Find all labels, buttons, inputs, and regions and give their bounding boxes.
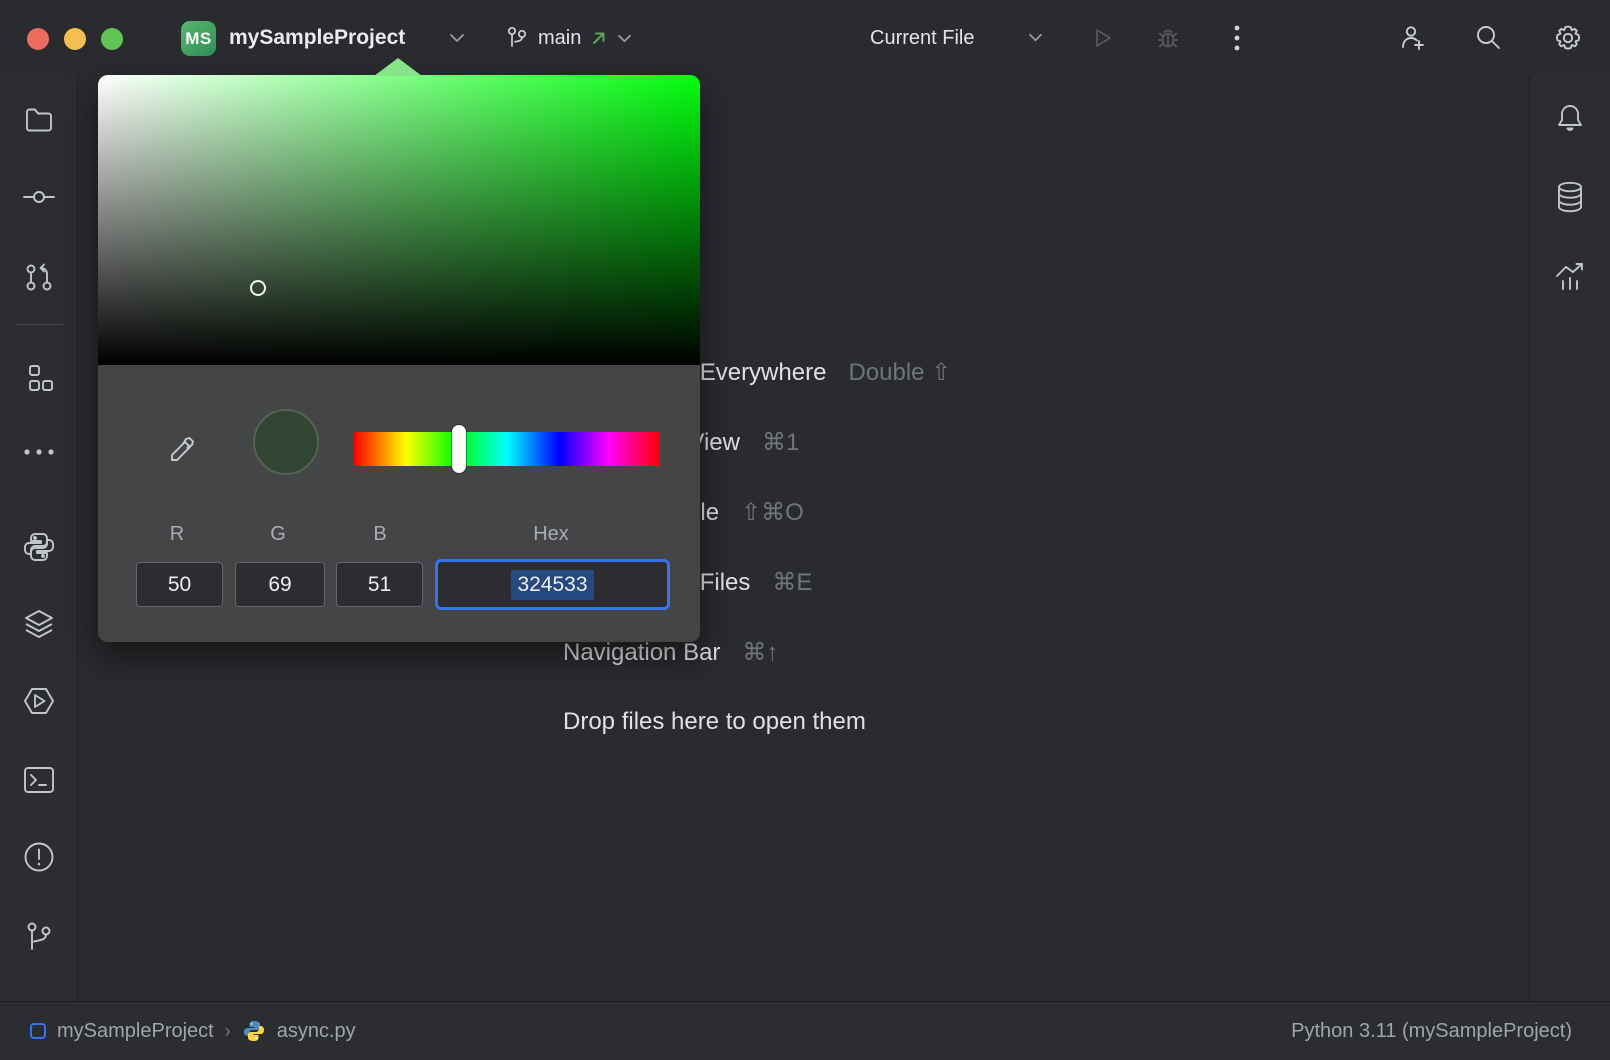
window-zoom-button[interactable] [101,28,123,50]
project-name[interactable]: mySampleProject [229,26,405,50]
breadcrumb-file[interactable]: async.py [277,1020,356,1043]
popup-callout-arrow [374,58,422,76]
commit-icon[interactable] [22,180,56,214]
version-control-icon[interactable] [22,919,56,953]
problems-icon[interactable] [22,840,56,874]
saturation-brightness-area[interactable] [98,75,700,365]
hint-shortcut: ⇧⌘O [741,498,804,527]
color-picker-popup: R G B Hex 50 69 51 324533 [98,75,700,642]
debug-button[interactable] [1152,22,1184,54]
vcs-widget[interactable]: main [505,0,632,76]
run-button[interactable] [1086,22,1118,54]
red-label: R [170,523,184,546]
profiler-chart-icon[interactable] [1553,259,1587,293]
color-preview-swatch [253,409,319,475]
terminal-icon[interactable] [22,763,56,797]
git-branch-icon [505,25,529,51]
run-config-chevron-down-icon[interactable] [1028,32,1043,43]
run-configuration-selector[interactable]: Current File [870,27,974,50]
search-icon[interactable] [1472,22,1504,54]
folder-icon[interactable] [22,103,56,137]
hint-shortcut: ⌘1 [762,428,799,457]
hint-shortcut: Double ⇧ [848,358,951,387]
status-bar: mySampleProject › async.py Python 3.11 (… [0,1001,1610,1060]
red-input[interactable]: 50 [136,562,223,607]
green-input[interactable]: 69 [235,562,325,607]
notifications-bell-icon[interactable] [1553,101,1587,135]
breadcrumb-chevron-icon: › [225,1021,231,1042]
window-minimize-button[interactable] [64,28,86,50]
pycharm-window: MS mySampleProject main Current File [0,0,1610,1060]
services-icon[interactable] [22,684,56,718]
hint-shortcut: ⌘E [772,568,812,597]
project-icon[interactable]: MS [181,21,216,56]
add-user-icon[interactable] [1396,22,1428,54]
settings-gear-icon[interactable] [1552,22,1584,54]
right-tool-stripe [1529,76,1610,1001]
color-cursor[interactable] [250,280,266,296]
project-chevron-down-icon[interactable] [449,32,465,44]
title-bar: MS mySampleProject main Current File [0,0,1610,76]
hue-slider-handle[interactable] [452,425,466,473]
layers-icon[interactable] [22,607,56,641]
blue-label: B [373,523,386,546]
drop-files-hint: Drop files here to open them [563,708,866,736]
hint-label: Navigation Bar [563,639,720,667]
pull-request-icon[interactable] [22,260,56,294]
hint-row: Drop files here to open them [563,708,866,736]
more-tool-windows-icon[interactable] [22,435,56,469]
hue-slider[interactable] [354,432,660,466]
hint-shortcut: ⌘↑ [742,638,778,667]
hex-label: Hex [533,523,569,546]
outgoing-commits-arrow-icon [590,29,608,47]
breadcrumb-project[interactable]: mySampleProject [57,1020,214,1043]
python-interpreter-widget[interactable]: Python 3.11 (mySampleProject) [1291,1020,1572,1043]
more-actions-kebab-icon[interactable] [1221,22,1253,54]
hint-row: Navigation Bar ⌘↑ [563,638,778,667]
green-label: G [270,523,286,546]
structure-icon[interactable] [22,361,56,395]
blue-input[interactable]: 51 [336,562,423,607]
breadcrumb: mySampleProject › async.py [30,1019,356,1043]
stripe-divider [15,324,63,325]
project-square-icon [30,1023,46,1039]
eyedropper-icon[interactable] [166,434,198,466]
python-file-icon [242,1019,266,1043]
hex-input[interactable]: 324533 [435,559,670,610]
window-close-button[interactable] [27,28,49,50]
vcs-chevron-down-icon [617,33,632,44]
left-tool-stripe [0,76,78,1001]
hex-selected-text: 324533 [511,570,593,600]
database-icon[interactable] [1553,180,1587,214]
branch-name: main [538,27,581,50]
python-packages-icon[interactable] [22,530,56,564]
